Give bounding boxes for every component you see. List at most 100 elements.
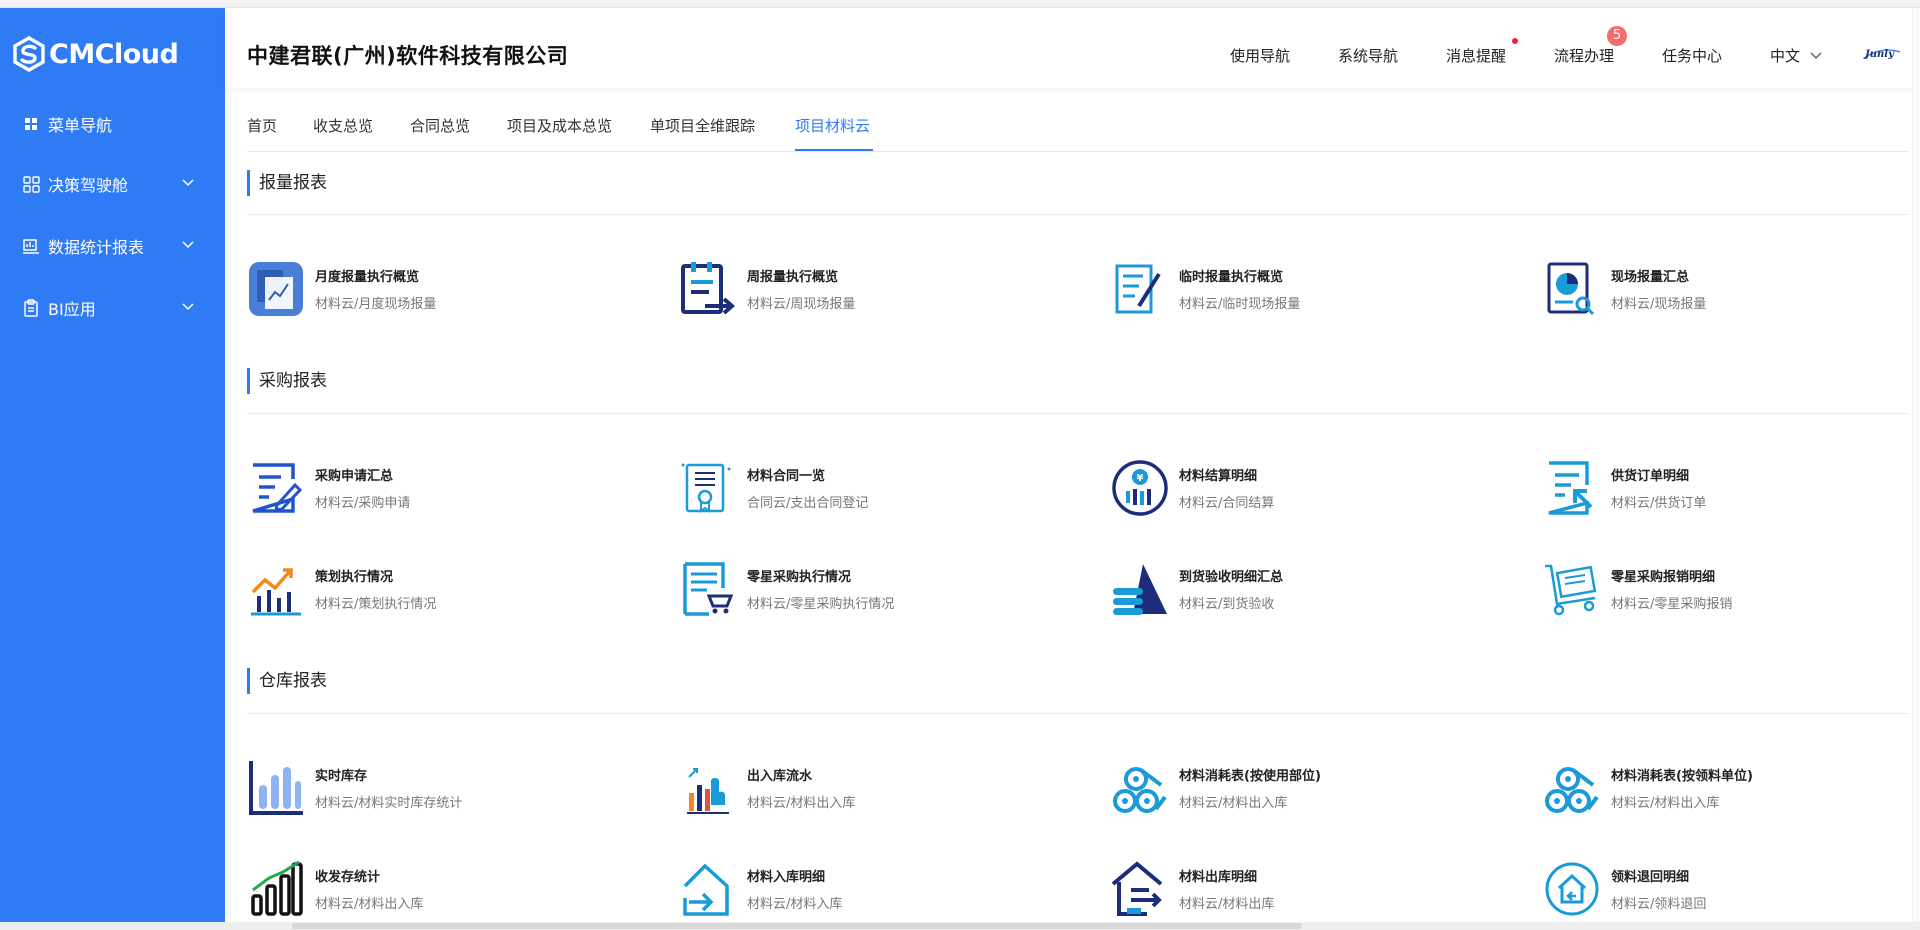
report-card[interactable]: 实时库存 材料云/材料实时库存统计 xyxy=(247,759,667,819)
section-title-volume: 报量报表 xyxy=(247,170,327,196)
report-card[interactable]: 临时报量执行概览 材料云/临时现场报量 xyxy=(1111,260,1531,320)
pipes-icon xyxy=(1545,767,1599,813)
chevron-down-icon xyxy=(1810,52,1822,59)
nav-process[interactable]: 流程办理 xyxy=(1554,45,1614,66)
apps-icon xyxy=(22,175,40,193)
card-subtitle: 材料云/采购申请 xyxy=(315,496,411,511)
bar-chart-icon xyxy=(249,761,303,815)
sidebar: CMCloud 菜单导航 决策驾驶舱 数据统计报表 BI应用 xyxy=(0,8,225,922)
card-title: 实时库存 xyxy=(315,769,368,784)
nav-usage-guide[interactable]: 使用导航 xyxy=(1230,45,1290,66)
card-title: 临时报量执行概览 xyxy=(1179,270,1284,285)
report-card[interactable]: 材料出库明细 材料云/材料出库 xyxy=(1111,860,1531,920)
logo[interactable]: CMCloud xyxy=(0,8,225,100)
card-subtitle: 材料云/材料出入库 xyxy=(747,796,856,811)
report-card[interactable]: 采购申请汇总 材料云/采购申请 xyxy=(247,459,667,519)
sidebar-item-bi-apps[interactable]: BI应用 xyxy=(0,288,225,328)
card-subtitle: 材料云/零星采购执行情况 xyxy=(747,597,895,612)
section-divider xyxy=(247,713,1909,714)
brand-name: CMCloud xyxy=(49,38,179,70)
card-title: 材料入库明细 xyxy=(747,870,826,885)
card-title: 零星采购执行情况 xyxy=(747,570,852,585)
svg-text:¥: ¥ xyxy=(1137,473,1144,484)
card-title: 策划执行情况 xyxy=(315,570,394,585)
clipboard-icon xyxy=(22,299,40,317)
card-title: 收发存统计 xyxy=(315,870,381,885)
card-subtitle: 材料云/供货订单 xyxy=(1611,496,1707,511)
report-card[interactable]: 策划执行情况 材料云/策划执行情况 xyxy=(247,560,667,620)
report-card[interactable]: 供货订单明细 材料云/供货订单 xyxy=(1543,459,1920,519)
chevron-down-icon xyxy=(182,241,194,249)
sidebar-item-label: BI应用 xyxy=(48,300,96,319)
order-icon xyxy=(1548,461,1593,515)
card-title: 出入库流水 xyxy=(747,769,813,784)
hand-chart-icon xyxy=(687,768,729,814)
card-title: 零星采购报销明细 xyxy=(1611,570,1716,585)
cmcloud-logo-icon xyxy=(13,36,45,72)
tab-project-cost[interactable]: 项目及成本总览 xyxy=(507,115,612,136)
tab-material-cloud[interactable]: 项目材料云 xyxy=(795,115,870,136)
junly-logo[interactable]: Junly xyxy=(1862,44,1902,64)
card-subtitle: 材料云/材料实时库存统计 xyxy=(315,796,463,811)
card-subtitle: 合同云/支出合同登记 xyxy=(747,496,869,511)
top-header: 中建君联(广州)软件科技有限公司 使用导航 系统导航 消息提醒 流程办理 5 任… xyxy=(225,8,1920,88)
card-subtitle: 材料云/领料退回 xyxy=(1611,897,1707,912)
tab-contract[interactable]: 合同总览 xyxy=(410,115,470,136)
card-title: 到货验收明细汇总 xyxy=(1179,570,1284,585)
report-card[interactable]: 领料退回明细 材料云/领料退回 xyxy=(1543,860,1920,920)
vertical-scrollbar-track[interactable] xyxy=(1912,8,1920,922)
card-subtitle: 材料云/周现场报量 xyxy=(747,297,856,312)
report-card[interactable]: 出入库流水 材料云/材料出入库 xyxy=(679,759,1099,819)
report-card[interactable]: ¥ 材料结算明细 材料云/合同结算 xyxy=(1111,459,1531,519)
growth-bars-icon xyxy=(251,860,303,916)
card-title: 采购申请汇总 xyxy=(315,469,394,484)
card-title: 材料结算明细 xyxy=(1179,469,1258,484)
card-title: 材料出库明细 xyxy=(1179,870,1258,885)
report-card[interactable]: 材料消耗表(按使用部位) 材料云/材料出入库 xyxy=(1111,759,1531,819)
report-card[interactable]: 收发存统计 材料云/材料出入库 xyxy=(247,860,667,920)
report-card[interactable]: 零星采购报销明细 材料云/零星采购报销 xyxy=(1543,560,1920,620)
trolley-icon xyxy=(1545,564,1597,616)
active-tab-indicator xyxy=(795,149,873,151)
report-card[interactable]: 到货验收明细汇总 材料云/到货验收 xyxy=(1111,560,1531,620)
report-card[interactable]: 材料合同一览 合同云/支出合同登记 xyxy=(679,459,1099,519)
sidebar-item-data-reports[interactable]: 数据统计报表 xyxy=(0,226,225,266)
yuan-chart-icon: ¥ xyxy=(1112,460,1168,516)
section-title-warehouse: 仓库报表 xyxy=(247,668,327,694)
horizontal-scrollbar-thumb[interactable] xyxy=(292,923,1302,929)
sidebar-item-menu-nav[interactable]: 菜单导航 xyxy=(0,104,225,144)
card-subtitle: 材料云/临时现场报量 xyxy=(1179,297,1301,312)
section-divider xyxy=(247,214,1909,215)
card-title: 材料消耗表(按领料单位) xyxy=(1611,769,1753,784)
chevron-down-icon xyxy=(182,179,194,187)
junly-logo-icon: Junly xyxy=(1863,49,1901,60)
nav-task-center[interactable]: 任务中心 xyxy=(1662,45,1722,66)
card-title: 月度报量执行概览 xyxy=(315,270,420,285)
report-card[interactable]: 材料消耗表(按领料单位) 材料云/材料出入库 xyxy=(1543,759,1920,819)
card-title: 领料退回明细 xyxy=(1611,870,1690,885)
trend-chart-icon xyxy=(251,568,301,616)
report-card[interactable]: 周报量执行概览 材料云/周现场报量 xyxy=(679,260,1099,320)
card-subtitle: 材料云/材料出入库 xyxy=(1611,796,1720,811)
language-selector[interactable]: 中文 xyxy=(1770,45,1822,66)
card-title: 现场报量汇总 xyxy=(1611,270,1690,285)
report-card[interactable]: 零星采购执行情况 材料云/零星采购执行情况 xyxy=(679,560,1099,620)
report-card[interactable]: 材料入库明细 材料云/材料入库 xyxy=(679,860,1099,920)
card-subtitle: 材料云/材料出入库 xyxy=(1179,796,1288,811)
pipes-icon xyxy=(1113,767,1167,813)
language-label: 中文 xyxy=(1770,47,1801,65)
tab-single-project[interactable]: 单项目全维跟踪 xyxy=(650,115,755,136)
svg-text:Junly: Junly xyxy=(1863,49,1895,60)
sidebar-item-decision-cockpit[interactable]: 决策驾驶舱 xyxy=(0,164,225,204)
card-title: 供货订单明细 xyxy=(1611,469,1690,484)
tab-income-expense[interactable]: 收支总览 xyxy=(313,115,373,136)
sidebar-item-label: 菜单导航 xyxy=(48,116,113,135)
nav-system-guide[interactable]: 系统导航 xyxy=(1338,45,1398,66)
tab-home[interactable]: 首页 xyxy=(247,115,277,136)
house-out-icon xyxy=(1111,861,1163,916)
card-subtitle: 材料云/合同结算 xyxy=(1179,496,1275,511)
report-card[interactable]: 现场报量汇总 材料云/现场报量 xyxy=(1543,260,1920,320)
nav-messages[interactable]: 消息提醒 xyxy=(1446,45,1506,66)
report-card[interactable]: 月度报量执行概览 材料云/月度现场报量 xyxy=(247,260,667,320)
chevron-down-icon xyxy=(182,303,194,311)
